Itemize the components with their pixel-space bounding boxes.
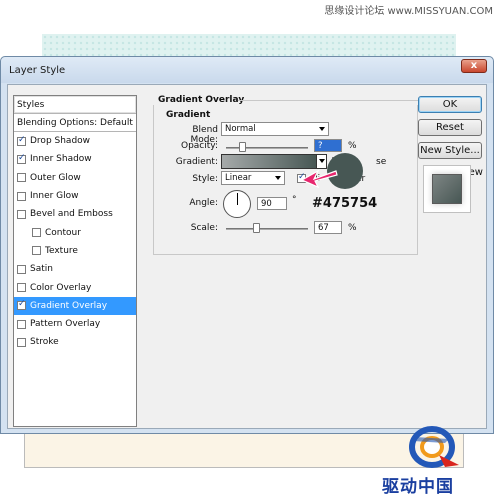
reverse-label: se [376, 157, 387, 167]
angle-dial-hand [237, 193, 238, 205]
style-item-satin[interactable]: Satin [14, 260, 136, 278]
style-value: Linear [225, 173, 252, 183]
style-label: Style: [192, 174, 218, 184]
brand-logo-icon [409, 426, 459, 468]
angle-dial[interactable] [223, 190, 251, 218]
ok-button[interactable]: OK [418, 96, 482, 113]
style-item-label: Bevel and Emboss [30, 209, 113, 220]
style-item-pattern-overlay[interactable]: Pattern Overlay [14, 315, 136, 333]
group-title: Gradient [166, 110, 211, 120]
site-watermark: 思缘设计论坛 www.MISSYUAN.COM [324, 6, 493, 17]
style-item-checkbox[interactable] [17, 173, 26, 183]
style-item-label: Stroke [30, 337, 59, 348]
hex-color-label: #475754 [312, 196, 378, 211]
document-lower-area [24, 430, 464, 468]
scale-label: Scale: [190, 223, 218, 233]
angle-label: Angle: [189, 198, 218, 208]
layer-style-dialog: Layer Style x Styles Blending Options: D… [0, 56, 494, 434]
style-item-stroke[interactable]: Stroke [14, 333, 136, 351]
dialog-titlebar[interactable]: Layer Style x [1, 57, 493, 83]
styles-list: Styles Blending Options: Default Drop Sh… [13, 95, 137, 427]
style-select[interactable]: Linear [221, 171, 285, 185]
section-title: Gradient Overlay [158, 95, 245, 105]
opacity-unit: % [348, 141, 357, 151]
dialog-title: Layer Style [9, 65, 66, 76]
style-item-inner-glow[interactable]: Inner Glow [14, 187, 136, 205]
section-divider [238, 100, 418, 101]
pointer-arrow-icon [300, 169, 338, 189]
style-item-texture[interactable]: Texture [14, 242, 136, 260]
style-item-inner-shadow[interactable]: Inner Shadow [14, 150, 136, 168]
style-item-label: Inner Shadow [30, 154, 92, 165]
style-item-label: Drop Shadow [30, 136, 91, 147]
style-item-label: Texture [45, 245, 78, 256]
style-item-checkbox[interactable] [17, 153, 26, 164]
scale-unit: % [348, 223, 357, 233]
style-item-gradient-overlay[interactable]: Gradient Overlay [14, 296, 136, 315]
blending-options-item[interactable]: Blending Options: Default [14, 114, 136, 132]
angle-input[interactable]: 90 [257, 197, 287, 210]
style-item-bevel-and-emboss[interactable]: Bevel and Emboss [14, 205, 136, 223]
style-item-label: Inner Glow [30, 191, 79, 202]
style-item-checkbox[interactable] [17, 264, 26, 274]
style-items-container: Drop Shadow Inner Shadow Outer Glow Inner G… [14, 132, 136, 352]
style-item-checkbox[interactable] [17, 283, 26, 293]
opacity-slider-thumb[interactable] [239, 142, 246, 152]
style-item-label: Satin [30, 264, 53, 275]
scale-slider-track[interactable] [226, 228, 308, 230]
style-item-checkbox[interactable] [17, 209, 26, 219]
style-item-checkbox[interactable] [17, 135, 26, 146]
style-item-drop-shadow[interactable]: Drop Shadow [14, 132, 136, 150]
style-item-color-overlay[interactable]: Color Overlay [14, 278, 136, 296]
reset-button[interactable]: Reset [418, 119, 482, 136]
chevron-down-icon [319, 127, 325, 131]
scale-input[interactable]: 67 [314, 221, 342, 234]
style-item-checkbox[interactable] [17, 299, 26, 311]
style-item-label: Pattern Overlay [30, 319, 101, 330]
new-style-button[interactable]: New Style... [418, 142, 482, 159]
scale-slider-thumb[interactable] [253, 223, 260, 233]
chevron-down-icon [275, 176, 281, 180]
opacity-label: Opacity: [181, 141, 218, 151]
gradient-overlay-panel: Gradient Overlay Gradient Blend Mode: No… [148, 95, 420, 300]
style-item-checkbox[interactable] [17, 319, 26, 329]
style-item-checkbox[interactable] [32, 246, 41, 256]
chevron-down-icon [319, 159, 325, 163]
blend-mode-value: Normal [225, 124, 256, 134]
styles-header-item[interactable]: Styles [14, 96, 136, 114]
dialog-client-area: Styles Blending Options: Default Drop Sh… [7, 84, 487, 429]
close-button[interactable]: x [461, 59, 487, 73]
style-item-checkbox[interactable] [32, 228, 41, 238]
style-item-label: Gradient Overlay [30, 300, 108, 311]
brand-name: 驱动中国 [382, 477, 454, 497]
style-item-outer-glow[interactable]: Outer Glow [14, 169, 136, 187]
angle-unit: ° [292, 195, 297, 205]
gradient-label: Gradient: [175, 157, 218, 167]
style-item-label: Color Overlay [30, 282, 92, 293]
opacity-input[interactable]: ? [314, 139, 342, 152]
style-item-label: Outer Glow [30, 172, 81, 183]
blend-mode-select[interactable]: Normal [221, 122, 329, 136]
style-item-checkbox[interactable] [17, 337, 26, 347]
style-preview-thumbnail [432, 174, 462, 204]
style-preview-swatch [423, 165, 471, 213]
style-item-checkbox[interactable] [17, 191, 26, 201]
style-item-label: Contour [45, 227, 81, 238]
style-item-contour[interactable]: Contour [14, 223, 136, 241]
